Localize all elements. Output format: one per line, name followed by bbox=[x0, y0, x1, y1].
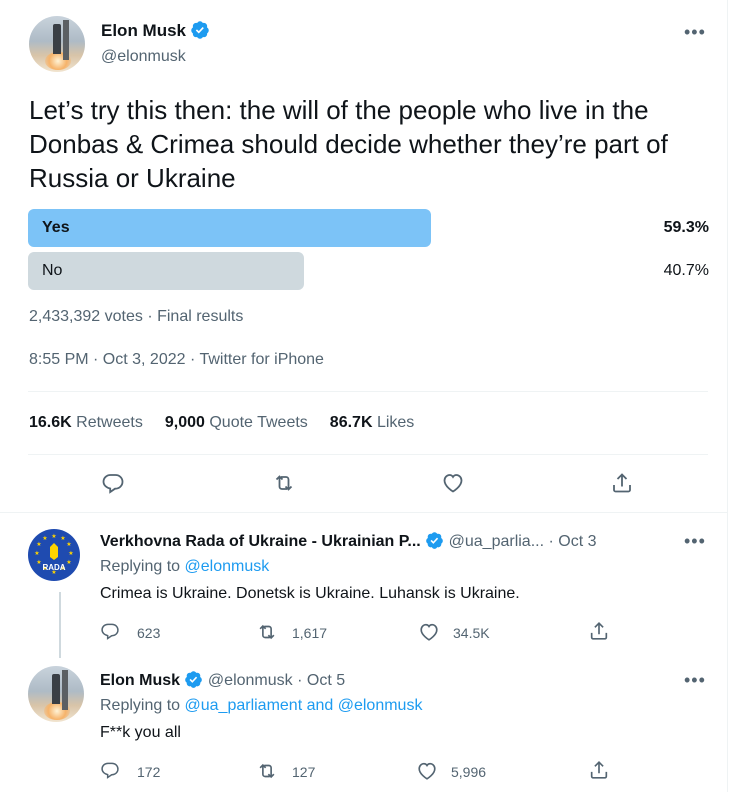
author-handle[interactable]: @elonmusk bbox=[101, 48, 186, 66]
reply-date[interactable]: · Oct 3 bbox=[548, 533, 596, 550]
reply-icon[interactable] bbox=[100, 621, 120, 641]
svg-text:★: ★ bbox=[36, 541, 41, 548]
author-row: Elon Musk bbox=[101, 20, 210, 41]
reply-count: 172 bbox=[137, 764, 161, 780]
poll-option-percent: 59.3% bbox=[663, 219, 709, 236]
reply-author-row: Elon Musk @elonmusk · Oct 5 bbox=[100, 670, 345, 690]
replying-to: Replying to @ua_parliament and @elonmusk bbox=[100, 697, 423, 714]
like-icon[interactable] bbox=[416, 760, 438, 782]
quote-tweets-stat[interactable]: 9,000 Quote Tweets bbox=[165, 414, 308, 432]
divider bbox=[0, 512, 727, 513]
divider bbox=[28, 391, 708, 392]
reply-text: F**k you all bbox=[100, 724, 181, 741]
retweets-stat[interactable]: 16.6K Retweets bbox=[29, 414, 143, 432]
reply-author-name[interactable]: Elon Musk bbox=[100, 672, 180, 689]
like-icon[interactable] bbox=[441, 471, 465, 495]
svg-text:★: ★ bbox=[34, 550, 39, 557]
tweet-text: Let’s try this then: the will of the peo… bbox=[29, 95, 668, 193]
poll-option-no-bar: No bbox=[28, 252, 304, 290]
likes-stat[interactable]: 86.7K Likes bbox=[330, 414, 415, 432]
reply-count: 623 bbox=[137, 625, 161, 641]
retweet-count: 1,617 bbox=[292, 625, 328, 641]
retweet-icon[interactable] bbox=[256, 760, 278, 782]
poll-option-percent: 40.7% bbox=[663, 262, 709, 279]
reply-text: Crimea is Ukraine. Donetsk is Ukraine. L… bbox=[100, 585, 520, 602]
stars-ring-icon: ★ ★★★ ★★★★ ★★★★ bbox=[34, 533, 73, 576]
reply-author-handle[interactable]: @elonmusk bbox=[208, 672, 293, 689]
more-horizontal-icon[interactable]: ••• bbox=[684, 531, 706, 552]
divider bbox=[28, 454, 708, 455]
tweet-stats: 16.6K Retweets 9,000 Quote Tweets 86.7K … bbox=[29, 414, 414, 432]
poll-option-label: No bbox=[42, 262, 63, 279]
like-icon[interactable] bbox=[418, 621, 440, 643]
like-count: 5,996 bbox=[451, 764, 487, 780]
reply-date[interactable]: · Oct 5 bbox=[297, 672, 345, 689]
tweet-timestamp[interactable]: 8:55 PM · Oct 3, 2022 · Twitter for iPho… bbox=[29, 351, 324, 369]
poll-option-label: Yes bbox=[42, 219, 70, 236]
svg-text:★: ★ bbox=[51, 533, 56, 540]
svg-text:★: ★ bbox=[66, 541, 71, 548]
svg-text:★: ★ bbox=[60, 535, 65, 542]
reply-icon[interactable] bbox=[100, 760, 120, 780]
share-icon[interactable] bbox=[588, 759, 610, 781]
svg-text:★: ★ bbox=[42, 535, 47, 542]
poll-option-yes-bar: Yes bbox=[28, 209, 431, 247]
svg-text:★: ★ bbox=[68, 550, 73, 557]
thread-line bbox=[59, 592, 61, 658]
reply-author-handle[interactable]: @ua_parlia... bbox=[449, 533, 544, 550]
timeline-border bbox=[727, 0, 728, 792]
avatar[interactable] bbox=[28, 666, 84, 722]
retweet-icon[interactable] bbox=[256, 621, 278, 643]
verified-badge-icon bbox=[191, 21, 210, 39]
reply-author-row: Verkhovna Rada of Ukraine - Ukrainian P.… bbox=[100, 531, 597, 551]
avatar-label: RADA bbox=[42, 563, 66, 572]
avatar[interactable] bbox=[29, 16, 85, 72]
replying-to-link[interactable]: @elonmusk bbox=[185, 558, 270, 575]
verified-badge-icon bbox=[426, 532, 443, 549]
author-name[interactable]: Elon Musk bbox=[101, 21, 186, 40]
like-count: 34.5K bbox=[453, 625, 490, 641]
reply-author-name[interactable]: Verkhovna Rada of Ukraine - Ukrainian P.… bbox=[100, 533, 421, 550]
share-icon[interactable] bbox=[588, 620, 610, 642]
verified-badge-icon bbox=[185, 671, 203, 688]
avatar[interactable]: ★ ★ ★ ★ ★ ★ ★ ★ ★ ★ ★ ★ RADA bbox=[28, 529, 80, 581]
replying-to-link[interactable]: @ua_parliament and @elonmusk bbox=[185, 697, 423, 714]
replying-to: Replying to @elonmusk bbox=[100, 558, 270, 575]
reply-icon[interactable] bbox=[101, 471, 125, 495]
poll-summary: 2,433,392 votes · Final results bbox=[29, 308, 244, 325]
share-icon[interactable] bbox=[610, 471, 634, 495]
retweet-icon[interactable] bbox=[272, 471, 296, 495]
retweet-count: 127 bbox=[292, 764, 316, 780]
more-horizontal-icon[interactable]: ••• bbox=[684, 670, 706, 691]
more-horizontal-icon[interactable]: ••• bbox=[684, 22, 706, 43]
